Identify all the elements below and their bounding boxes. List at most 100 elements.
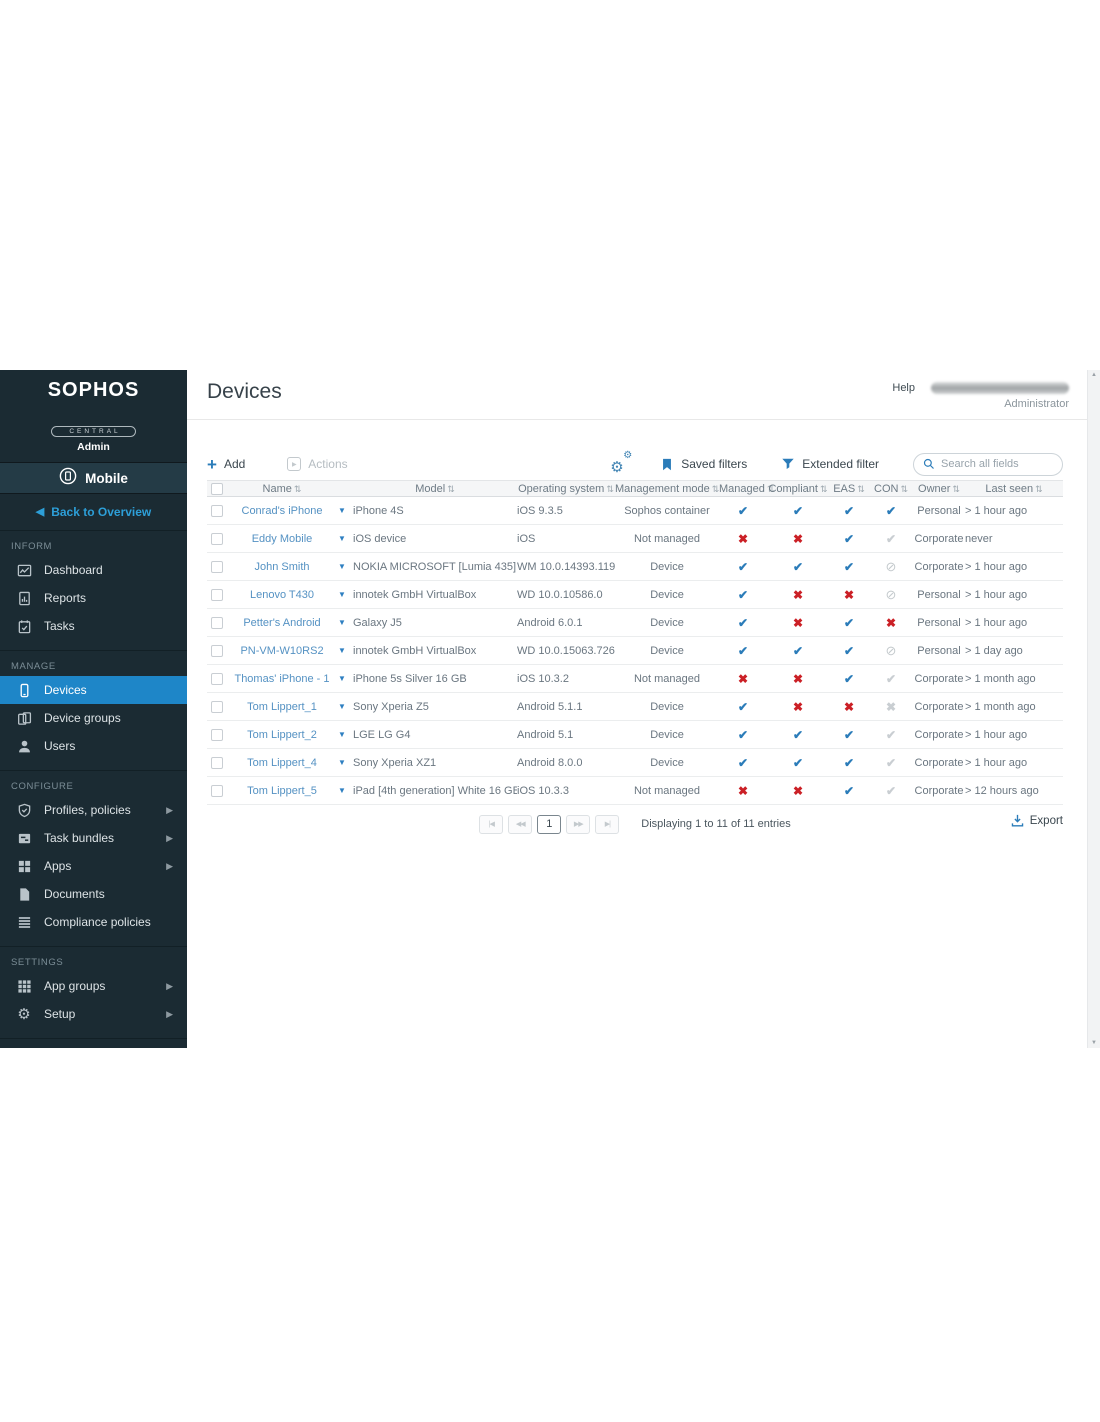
chevron-down-icon[interactable]: ▼ xyxy=(331,730,353,739)
device-name-link[interactable]: Petter's Android xyxy=(233,617,331,629)
row-checkbox[interactable] xyxy=(211,617,223,629)
sidebar-item-app-groups[interactable]: App groups ▶ xyxy=(0,972,187,1000)
management-mode: Device xyxy=(615,701,719,713)
chevron-down-icon[interactable]: ▼ xyxy=(331,506,353,515)
sidebar-item-device-groups[interactable]: Device groups xyxy=(0,704,187,732)
chevron-right-icon: ▶ xyxy=(166,861,173,872)
device-name-link[interactable]: PN-VM-W10RS2 xyxy=(233,645,331,657)
chevron-down-icon[interactable]: ▼ xyxy=(331,534,353,543)
management-mode: Device xyxy=(615,561,719,573)
vertical-scrollbar[interactable]: ▲ ▼ xyxy=(1087,370,1100,1048)
compliant-status-icon: ✖ xyxy=(767,616,829,630)
row-checkbox[interactable] xyxy=(211,701,223,713)
next-page-button[interactable]: ▶▶ xyxy=(566,815,590,834)
sidebar-item-apps[interactable]: Apps ▶ xyxy=(0,852,187,880)
chevron-down-icon[interactable]: ▼ xyxy=(331,590,353,599)
sidebar-item-reports[interactable]: Reports xyxy=(0,584,187,612)
sort-icon: ⇅ xyxy=(900,484,908,494)
pager-buttons: |◀ ◀◀ 1 ▶▶ ▶| xyxy=(479,815,619,834)
search-input[interactable] xyxy=(941,458,1051,470)
chevron-down-icon[interactable]: ▼ xyxy=(331,702,353,711)
help-link[interactable]: Help xyxy=(892,382,915,394)
eas-status-icon: ✔ xyxy=(829,784,869,798)
col-header-eas[interactable]: EAS⇅ xyxy=(829,483,869,495)
col-header-last-seen[interactable]: Last seen⇅ xyxy=(965,483,1063,495)
device-os: iOS xyxy=(517,533,615,545)
device-os: WM 10.0.14393.1198 xyxy=(517,561,615,573)
sidebar-item-devices[interactable]: Devices xyxy=(0,676,187,704)
select-all-checkbox[interactable] xyxy=(211,483,223,495)
bookmark-icon xyxy=(660,457,674,472)
actions-label: Actions xyxy=(308,457,347,471)
col-header-name[interactable]: Name⇅ xyxy=(233,483,331,495)
device-name-link[interactable]: Tom Lippert_5 xyxy=(233,785,331,797)
device-name-link[interactable]: Eddy Mobile xyxy=(233,533,331,545)
chevron-down-icon[interactable]: ▼ xyxy=(331,646,353,655)
add-button[interactable]: + Add xyxy=(207,456,245,473)
sidebar-item-tasks[interactable]: Tasks xyxy=(0,612,187,640)
prev-page-button[interactable]: ◀◀ xyxy=(508,815,532,834)
device-name-link[interactable]: Thomas' iPhone - 1 xyxy=(233,673,331,685)
row-checkbox[interactable] xyxy=(211,505,223,517)
row-checkbox[interactable] xyxy=(211,645,223,657)
compliant-status-icon: ✖ xyxy=(767,672,829,686)
device-name-link[interactable]: Tom Lippert_4 xyxy=(233,757,331,769)
sidebar-item-setup[interactable]: ⚙ Setup ▶ xyxy=(0,1000,187,1028)
col-header-compliant[interactable]: Compliant⇅ xyxy=(767,483,829,495)
sidebar-item-task-bundles[interactable]: Task bundles ▶ xyxy=(0,824,187,852)
row-checkbox[interactable] xyxy=(211,757,223,769)
last-page-button[interactable]: ▶| xyxy=(595,815,619,834)
col-header-os[interactable]: Operating system⇅ xyxy=(517,483,615,495)
sidebar-item-profiles-policies[interactable]: Profiles, policies ▶ xyxy=(0,796,187,824)
section-label: INFORM xyxy=(0,531,187,556)
row-checkbox[interactable] xyxy=(211,673,223,685)
sidebar-item-documents[interactable]: Documents xyxy=(0,880,187,908)
row-checkbox[interactable] xyxy=(211,785,223,797)
current-page-button[interactable]: 1 xyxy=(537,815,561,834)
extended-filter-label: Extended filter xyxy=(802,457,879,471)
managed-status-icon: ✔ xyxy=(719,560,767,574)
table-row: Petter's Android ▼ Galaxy J5 Android 6.0… xyxy=(207,609,1063,637)
table-settings-gears-icon[interactable]: ⚙⚙ xyxy=(610,455,632,473)
row-checkbox[interactable] xyxy=(211,729,223,741)
col-header-owner[interactable]: Owner⇅ xyxy=(913,483,965,495)
saved-filters-button[interactable]: Saved filters xyxy=(660,457,747,472)
actions-button[interactable]: ▶ Actions xyxy=(287,457,347,471)
device-owner: Corporate xyxy=(913,561,965,573)
scroll-up-icon[interactable]: ▲ xyxy=(1091,372,1097,378)
chevron-down-icon[interactable]: ▼ xyxy=(331,618,353,627)
col-header-managed[interactable]: Managed⇅ xyxy=(719,483,767,495)
scroll-down-icon[interactable]: ▼ xyxy=(1091,1040,1097,1046)
row-checkbox[interactable] xyxy=(211,561,223,573)
download-icon xyxy=(1011,814,1024,827)
chevron-down-icon[interactable]: ▼ xyxy=(331,674,353,683)
table-row: Conrad's iPhone ▼ iPhone 4S iOS 9.3.5 So… xyxy=(207,497,1063,525)
app-window: SOPHOS CENTRAL Admin Mobile ◀ Back to Ov… xyxy=(0,370,1100,1048)
chevron-down-icon[interactable]: ▼ xyxy=(331,786,353,795)
device-name-link[interactable]: Lenovo T430 xyxy=(233,589,331,601)
device-name-link[interactable]: John Smith xyxy=(233,561,331,573)
con-status-icon: ⊘ xyxy=(869,559,913,575)
first-page-button[interactable]: |◀ xyxy=(479,815,503,834)
device-name-link[interactable]: Tom Lippert_1 xyxy=(233,701,331,713)
chevron-down-icon[interactable]: ▼ xyxy=(331,758,353,767)
tasks-icon xyxy=(16,618,32,634)
row-checkbox[interactable] xyxy=(211,589,223,601)
col-header-management-mode[interactable]: Management mode⇅ xyxy=(615,483,719,495)
chevron-down-icon[interactable]: ▼ xyxy=(331,562,353,571)
export-button[interactable]: Export xyxy=(1011,814,1063,827)
back-to-overview-link[interactable]: ◀ Back to Overview xyxy=(0,494,187,530)
col-header-con[interactable]: CON⇅ xyxy=(869,483,913,495)
row-checkbox[interactable] xyxy=(211,533,223,545)
account-name-redacted[interactable] xyxy=(931,382,1069,394)
apps-grid-icon xyxy=(16,858,32,874)
device-name-link[interactable]: Tom Lippert_2 xyxy=(233,729,331,741)
table-header-row: Name⇅ Model⇅ Operating system⇅ Managemen… xyxy=(207,480,1063,497)
col-header-model[interactable]: Model⇅ xyxy=(353,483,517,495)
management-mode: Device xyxy=(615,645,719,657)
extended-filter-button[interactable]: Extended filter xyxy=(781,457,879,471)
sidebar-item-users[interactable]: Users xyxy=(0,732,187,760)
sidebar-item-compliance-policies[interactable]: Compliance policies xyxy=(0,908,187,936)
sidebar-item-dashboard[interactable]: Dashboard xyxy=(0,556,187,584)
device-name-link[interactable]: Conrad's iPhone xyxy=(233,505,331,517)
